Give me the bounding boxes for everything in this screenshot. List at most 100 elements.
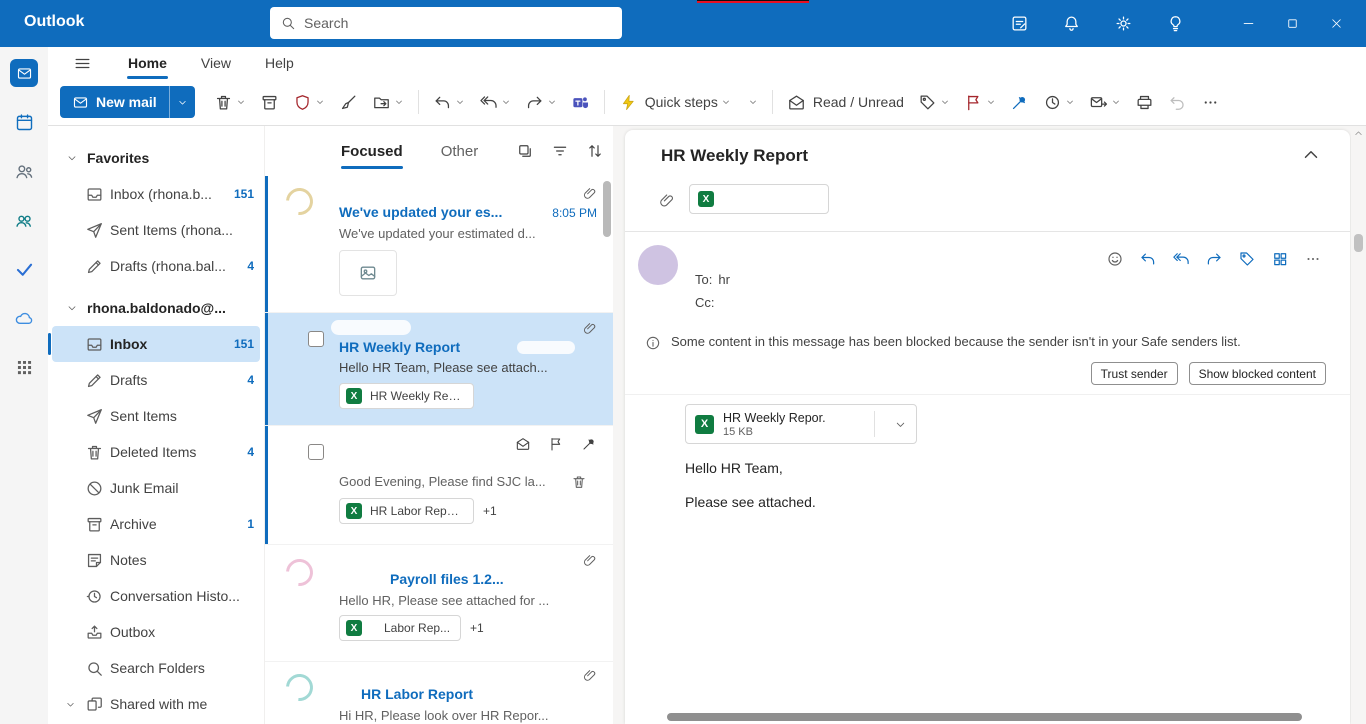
- folder-notes[interactable]: Notes: [52, 542, 260, 578]
- search-bar[interactable]: [270, 7, 622, 39]
- notifications-button[interactable]: [1058, 11, 1084, 37]
- print-button[interactable]: [1130, 86, 1159, 118]
- attachment-chip[interactable]: [689, 184, 829, 214]
- attachment-chip[interactable]: Labor Rep...: [339, 615, 462, 641]
- new-mail-main[interactable]: New mail: [60, 86, 169, 118]
- attachment-options-button[interactable]: [884, 418, 916, 431]
- more-actions-button[interactable]: [1304, 250, 1322, 268]
- reply-button[interactable]: [428, 86, 470, 118]
- move-to-button[interactable]: [367, 86, 409, 118]
- message-list-item[interactable]: HR Labor Report Hi HR, Please look over …: [265, 662, 613, 724]
- maximize-button[interactable]: [1270, 0, 1314, 47]
- new-mail-dropdown[interactable]: [168, 86, 195, 118]
- reactions-button[interactable]: [1106, 250, 1124, 268]
- mark-read-icon[interactable]: [515, 436, 531, 452]
- select-messages-button[interactable]: [516, 142, 534, 160]
- message-list-item[interactable]: Payroll files 1.2... Hello HR, Please se…: [265, 545, 613, 662]
- message-checkbox[interactable]: [308, 331, 324, 347]
- rail-todo-button[interactable]: [10, 255, 38, 283]
- reply-all-button[interactable]: [1172, 250, 1190, 268]
- read-unread-button[interactable]: Read / Unread: [782, 86, 909, 118]
- settings-button[interactable]: [1110, 11, 1136, 37]
- delete-button[interactable]: [209, 86, 251, 118]
- tab-view[interactable]: View: [199, 53, 233, 73]
- rules-button[interactable]: [1084, 86, 1126, 118]
- favorite-drafts[interactable]: Drafts (rhona.bal... 4: [52, 248, 260, 284]
- rail-onedrive-button[interactable]: [10, 304, 38, 332]
- filter-button[interactable]: [551, 142, 569, 160]
- scroll-up-icon[interactable]: [1353, 128, 1364, 139]
- undo-button[interactable]: [1163, 86, 1192, 118]
- categorize-button[interactable]: [913, 86, 955, 118]
- new-mail-button[interactable]: New mail: [60, 86, 195, 118]
- horizontal-scrollbar-thumb[interactable]: [667, 713, 1302, 721]
- tab-help[interactable]: Help: [263, 53, 296, 73]
- folder-inbox[interactable]: Inbox 151: [48, 326, 260, 362]
- forward-button[interactable]: [1205, 250, 1223, 268]
- tips-button[interactable]: [1162, 11, 1188, 37]
- favorite-inbox[interactable]: Inbox (rhona.b... 151: [52, 176, 260, 212]
- quick-note-button[interactable]: [1006, 11, 1032, 37]
- favorites-section-header[interactable]: Favorites: [48, 140, 264, 176]
- delete-icon[interactable]: [571, 474, 587, 490]
- tab-home[interactable]: Home: [126, 53, 169, 79]
- reply-all-button[interactable]: [474, 86, 516, 118]
- rail-calendar-button[interactable]: [10, 108, 38, 136]
- message-list-item[interactable]: We've updated your es... 8:05 PM We've u…: [265, 176, 613, 313]
- attachment-card[interactable]: HR Weekly Repor. 15 KB: [685, 404, 917, 444]
- snooze-button[interactable]: [1038, 86, 1080, 118]
- more-commands-button[interactable]: [1196, 86, 1225, 118]
- pin-button[interactable]: [1005, 86, 1034, 118]
- pin-icon[interactable]: [581, 436, 597, 452]
- close-button[interactable]: [1314, 0, 1358, 47]
- message-list-item-selected[interactable]: HR Weekly Report Hello HR Team, Please s…: [265, 313, 613, 426]
- attachment-chip[interactable]: HR Labor Repor...: [339, 498, 474, 524]
- minimize-button[interactable]: [1226, 0, 1270, 47]
- folder-archive[interactable]: Archive 1: [52, 506, 260, 542]
- rail-groups-button[interactable]: [10, 206, 38, 234]
- apps-button[interactable]: [1271, 250, 1289, 268]
- notes-icon: [85, 551, 104, 570]
- clock-icon: [1043, 93, 1062, 112]
- flag-button[interactable]: [959, 86, 1001, 118]
- rail-apps-button[interactable]: [10, 353, 38, 381]
- message-checkbox[interactable]: [308, 444, 324, 460]
- rail-people-button[interactable]: [10, 157, 38, 185]
- folder-deleted-items[interactable]: Deleted Items 4: [52, 434, 260, 470]
- quick-steps-button[interactable]: Quick steps: [614, 86, 736, 118]
- sort-button[interactable]: [586, 142, 604, 160]
- folder-search-folders[interactable]: Search Folders: [52, 650, 260, 686]
- quick-steps-dropdown[interactable]: [740, 86, 763, 118]
- message-list-item[interactable]: Good Evening, Please find SJC la... HR L…: [265, 426, 613, 545]
- folder-junk-email[interactable]: Junk Email: [52, 470, 260, 506]
- folder-drafts[interactable]: Drafts 4: [52, 362, 260, 398]
- account-section-header[interactable]: rhona.baldonado@...: [48, 290, 264, 326]
- folder-conversation-history[interactable]: Conversation Histo...: [52, 578, 260, 614]
- favorite-sent-items[interactable]: Sent Items (rhona...: [52, 212, 260, 248]
- tab-other[interactable]: Other: [441, 143, 479, 160]
- share-to-teams-button[interactable]: [566, 86, 595, 118]
- sweep-button[interactable]: [334, 86, 363, 118]
- folder-shared-with-me[interactable]: Shared with me: [52, 686, 260, 722]
- hamburger-button[interactable]: [68, 49, 96, 77]
- list-scrollbar-thumb[interactable]: [603, 181, 611, 237]
- body-paragraph: Please see attached.: [685, 494, 816, 510]
- rail-mail-button[interactable]: [10, 59, 38, 87]
- reply-button[interactable]: [1139, 250, 1157, 268]
- folder-sent-items[interactable]: Sent Items: [52, 398, 260, 434]
- collapse-chevron-up-icon[interactable]: [1300, 144, 1322, 166]
- folder-outbox[interactable]: Outbox: [52, 614, 260, 650]
- archive-button[interactable]: [255, 86, 284, 118]
- attachment-chip[interactable]: HR Weekly Rep...: [339, 383, 474, 409]
- flag-icon[interactable]: [548, 436, 564, 452]
- tab-focused[interactable]: Focused: [341, 143, 403, 169]
- vertical-scrollbar-thumb[interactable]: [1354, 234, 1363, 252]
- show-blocked-content-button[interactable]: Show blocked content: [1188, 362, 1326, 385]
- label-button[interactable]: [1238, 250, 1256, 268]
- forward-button[interactable]: [520, 86, 562, 118]
- search-input[interactable]: [304, 15, 612, 31]
- report-button[interactable]: [288, 86, 330, 118]
- chevron-down-icon: [547, 97, 557, 107]
- image-attachment-thumbnail[interactable]: [339, 250, 397, 296]
- trust-sender-button[interactable]: Trust sender: [1090, 362, 1178, 385]
